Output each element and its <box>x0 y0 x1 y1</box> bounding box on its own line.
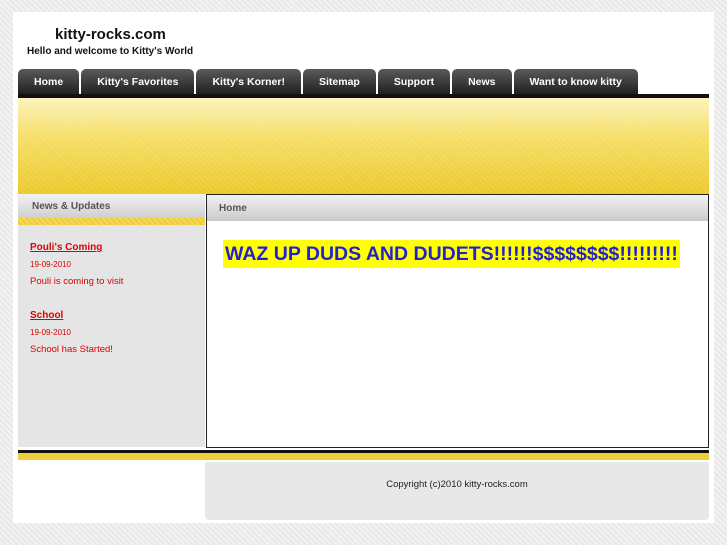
news-item-title-link[interactable]: School <box>30 310 113 321</box>
news-item-date: 19-09-2010 <box>30 260 71 269</box>
sidebar-stripe <box>18 218 205 225</box>
page-container: kitty-rocks.com Hello and welcome to Kit… <box>13 12 714 523</box>
news-item-date: 19-09-2010 <box>30 328 71 337</box>
sidebar-heading: News & Updates <box>18 194 205 218</box>
site-tagline: Hello and welcome to Kitty's World <box>27 46 194 57</box>
news-item-text: Pouli is coming to visit <box>30 276 124 287</box>
copyright-text: Copyright (c)2010 kitty-rocks.com <box>386 479 528 490</box>
header-banner <box>18 98 709 194</box>
nav-tab-home[interactable]: Home <box>18 69 80 95</box>
headline-text: WAZ UP DUDS AND DUDETS!!!!!!$$$$$$$$!!!!… <box>223 240 680 268</box>
news-item-text: School has Started! <box>30 344 113 355</box>
main-nav: Home Kitty's Favorites Kitty's Korner! S… <box>18 69 638 95</box>
footer: Copyright (c)2010 kitty-rocks.com <box>205 462 709 520</box>
news-item: Pouli's Coming 19-09-2010 Pouli is comin… <box>30 242 123 287</box>
nav-tab-kittys-korner[interactable]: Kitty's Korner! <box>196 69 301 95</box>
nav-tab-want-to-know-kitty[interactable]: Want to know kitty <box>513 69 638 95</box>
site-title[interactable]: kitty-rocks.com <box>55 26 166 43</box>
news-item: School 19-09-2010 School has Started! <box>30 310 113 355</box>
nav-tab-support[interactable]: Support <box>377 69 451 95</box>
main-content: Home WAZ UP DUDS AND DUDETS!!!!!!$$$$$$$… <box>206 194 709 448</box>
nav-tab-news[interactable]: News <box>452 69 512 95</box>
news-sidebar: News & Updates Pouli's Coming 19-09-2010… <box>18 194 205 447</box>
footer-divider <box>18 450 709 460</box>
news-item-title-link[interactable]: Pouli's Coming <box>30 242 123 253</box>
content-heading: Home <box>207 195 708 221</box>
nav-tab-kittys-favorites[interactable]: Kitty's Favorites <box>81 69 195 95</box>
nav-tab-sitemap[interactable]: Sitemap <box>302 69 376 95</box>
